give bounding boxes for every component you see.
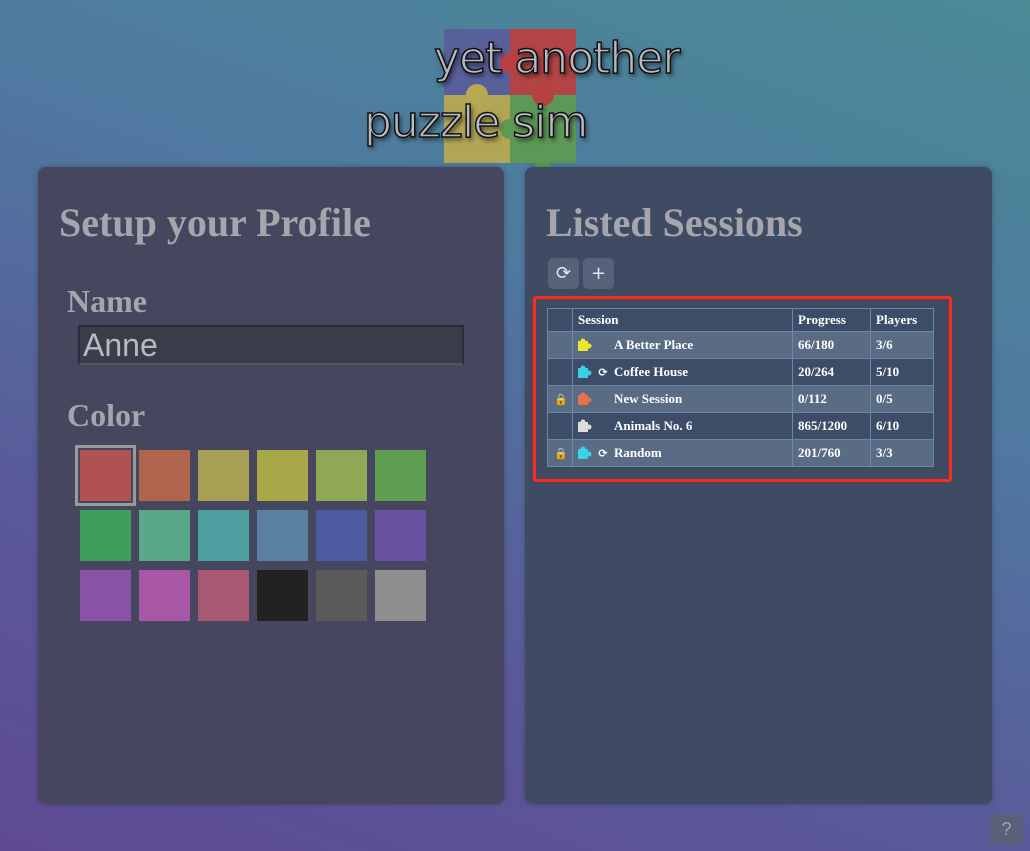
color-swatch[interactable] <box>257 450 308 501</box>
refresh-icon: ⟳ <box>555 263 572 284</box>
sessions-panel: Listed Sessions ⟳ + Session Progress Pla… <box>525 167 992 804</box>
session-name-cell: ⟳ Random <box>572 439 793 467</box>
session-name: New Session <box>614 391 683 406</box>
puzzle-icon <box>578 392 592 405</box>
session-progress: 66/180 <box>792 331 871 359</box>
color-swatch[interactable] <box>139 510 190 561</box>
header-progress[interactable]: Progress <box>792 308 871 332</box>
session-name: Random <box>614 445 662 460</box>
session-name-cell: A Better Place <box>572 331 793 359</box>
color-swatch[interactable] <box>375 570 426 621</box>
session-name-cell: New Session <box>572 385 793 413</box>
color-swatch[interactable] <box>198 450 249 501</box>
puzzle-icon <box>578 419 592 432</box>
sessions-toolbar: ⟳ + <box>548 258 614 289</box>
session-row[interactable]: 🔒 ⟳ Random 201/760 3/3 <box>547 439 934 467</box>
header-icons <box>547 308 573 332</box>
session-lock-cell: 🔒 <box>547 385 573 413</box>
app-logo: yet another puzzle sim <box>360 25 700 185</box>
color-swatch[interactable] <box>198 570 249 621</box>
session-row[interactable]: 🔒 New Session 0/112 0/5 <box>547 385 934 413</box>
session-progress: 0/112 <box>792 385 871 413</box>
profile-panel: Setup your Profile Name Anne Color <box>38 167 504 804</box>
sessions-title: Listed Sessions <box>546 200 803 245</box>
color-swatch-grid <box>75 445 426 621</box>
logo-title-line2: puzzle sim <box>363 96 589 149</box>
session-row[interactable]: Animals No. 6 865/1200 6/10 <box>547 412 934 440</box>
session-progress: 201/760 <box>792 439 871 467</box>
color-swatch[interactable] <box>375 450 426 501</box>
color-label: Color <box>67 397 146 433</box>
session-players: 3/3 <box>870 439 934 467</box>
session-name: A Better Place <box>614 337 694 352</box>
refresh-button[interactable]: ⟳ <box>548 258 579 289</box>
session-refresh-icon: ⟳ <box>598 446 608 460</box>
session-lock-cell <box>547 358 573 386</box>
plus-icon: + <box>590 263 607 284</box>
lock-icon: 🔒 <box>554 447 568 460</box>
session-players: 6/10 <box>870 412 934 440</box>
color-swatch[interactable] <box>316 510 367 561</box>
color-swatch[interactable] <box>80 510 131 561</box>
session-lock-cell <box>547 331 573 359</box>
session-players: 3/6 <box>870 331 934 359</box>
add-session-button[interactable]: + <box>583 258 614 289</box>
help-button[interactable]: ? <box>990 814 1023 845</box>
session-name-cell: Animals No. 6 <box>572 412 793 440</box>
puzzle-icon <box>578 365 592 378</box>
puzzle-icon <box>578 446 592 459</box>
session-progress: 20/264 <box>792 358 871 386</box>
color-swatch[interactable] <box>257 510 308 561</box>
logo-title-line1: yet another <box>433 32 681 85</box>
header-players[interactable]: Players <box>870 308 934 332</box>
color-swatch[interactable] <box>198 510 249 561</box>
color-swatch[interactable] <box>316 450 367 501</box>
color-swatch[interactable] <box>257 570 308 621</box>
session-row[interactable]: A Better Place 66/180 3/6 <box>547 331 934 359</box>
session-name-cell: ⟳ Coffee House <box>572 358 793 386</box>
session-players: 0/5 <box>870 385 934 413</box>
sessions-table-highlight: Session Progress Players A Better Place 6… <box>533 296 952 482</box>
profile-title: Setup your Profile <box>59 200 371 245</box>
color-swatch[interactable] <box>316 570 367 621</box>
puzzle-icon <box>578 338 592 351</box>
sessions-table: Session Progress Players A Better Place 6… <box>547 308 934 467</box>
session-players: 5/10 <box>870 358 934 386</box>
name-label: Name <box>67 283 147 319</box>
session-lock-cell <box>547 412 573 440</box>
session-name: Animals No. 6 <box>614 418 693 433</box>
session-lock-cell: 🔒 <box>547 439 573 467</box>
color-swatch[interactable] <box>80 570 131 621</box>
session-row[interactable]: ⟳ Coffee House 20/264 5/10 <box>547 358 934 386</box>
header-session[interactable]: Session <box>572 308 793 332</box>
name-input[interactable]: Anne <box>78 325 464 365</box>
lock-icon: 🔒 <box>554 393 568 406</box>
session-refresh-icon: ⟳ <box>598 365 608 379</box>
color-swatch[interactable] <box>139 450 190 501</box>
session-progress: 865/1200 <box>792 412 871 440</box>
color-swatch[interactable] <box>139 570 190 621</box>
color-swatch[interactable] <box>75 445 136 506</box>
session-name: Coffee House <box>614 364 689 379</box>
color-swatch[interactable] <box>375 510 426 561</box>
